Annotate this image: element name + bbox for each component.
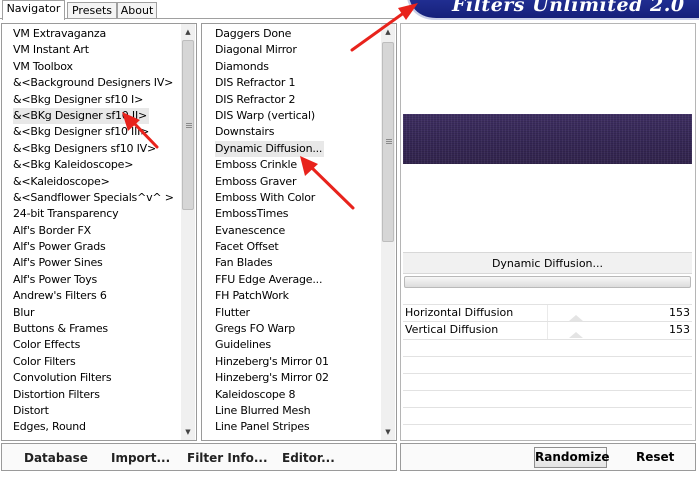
annotation-overlay bbox=[122, 3, 418, 210]
arrow-head-icon bbox=[398, 3, 418, 20]
tab-navigator[interactable]: Navigator bbox=[2, 0, 65, 20]
arrow-line bbox=[308, 164, 355, 210]
arrow-line bbox=[130, 119, 159, 149]
arrow-line bbox=[350, 10, 407, 52]
